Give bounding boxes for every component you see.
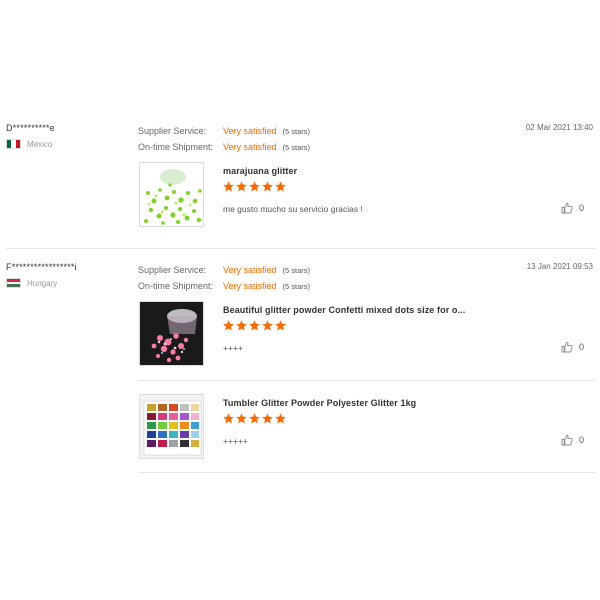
glitter-color-chart-image[interactable] <box>139 394 204 459</box>
rating-stars-text: (5 stars) <box>282 265 311 275</box>
product-rating-stars <box>223 320 288 331</box>
review-comment: +++++ <box>223 436 248 446</box>
star-icon <box>249 413 260 424</box>
like-count: 0 <box>578 203 584 213</box>
pink-glitter-jar-image[interactable] <box>139 301 204 366</box>
rating-value: Very satisfied <box>223 142 277 152</box>
review-card: D**********e Mexico Supplier Service: Ve… <box>6 120 596 248</box>
review-item: Tumbler Glitter Powder Polyester Glitter… <box>138 394 596 462</box>
buyer-country: Mexico <box>6 139 131 149</box>
star-icon <box>249 320 260 331</box>
review-comment: ++++ <box>223 343 243 353</box>
thumbs-up-icon <box>561 434 573 446</box>
mexico-flag-icon <box>6 139 21 149</box>
star-icon <box>275 413 286 424</box>
rating-value: Very satisfied <box>223 281 277 291</box>
review-card: F*****************i Hungary Supplier Ser… <box>6 259 596 473</box>
review-divider <box>6 248 596 249</box>
star-icon <box>236 181 247 192</box>
rating-label: Supplier Service: <box>138 265 207 275</box>
rating-stars-text: (5 stars) <box>282 126 311 136</box>
review-comment: me gusto mucho su servicio gracias ! <box>223 204 363 214</box>
rating-value: Very satisfied <box>223 265 277 275</box>
helpful-button[interactable]: 0 <box>561 341 584 353</box>
buyer-info: D**********e Mexico <box>6 123 131 149</box>
country-name: Hungary <box>27 278 58 288</box>
star-icon <box>236 320 247 331</box>
hungary-flag-icon <box>6 278 21 288</box>
rating-label: Supplier Service: <box>138 126 207 136</box>
like-count: 0 <box>578 435 584 445</box>
review-item: Beautiful glitter powder Confetti mixed … <box>138 301 596 369</box>
country-name: Mexico <box>27 139 53 149</box>
star-icon <box>223 413 234 424</box>
review-item: marajuana glitter me gusto mucho su serv… <box>138 162 596 230</box>
helpful-button[interactable]: 0 <box>561 434 584 446</box>
rating-value: Very satisfied <box>223 126 277 136</box>
star-icon <box>249 181 260 192</box>
rating-label: On-time Shipment: <box>138 142 214 152</box>
product-title[interactable]: marajuana glitter <box>223 166 297 176</box>
product-rating-stars <box>223 181 288 192</box>
item-divider <box>138 380 596 381</box>
rating-stars-text: (5 stars) <box>282 142 311 152</box>
thumbs-up-icon <box>561 202 573 214</box>
buyer-country: Hungary <box>6 278 131 288</box>
product-rating-stars <box>223 413 288 424</box>
buyer-name: F*****************i <box>6 262 77 272</box>
star-icon <box>262 181 273 192</box>
buyer-info: F*****************i Hungary <box>6 262 131 288</box>
rating-label: On-time Shipment: <box>138 281 214 291</box>
ontime-shipment-rating: On-time Shipment: Very satisfied (5 star… <box>138 139 310 155</box>
product-title[interactable]: Beautiful glitter powder Confetti mixed … <box>223 305 465 315</box>
star-icon <box>223 181 234 192</box>
review-date: 13 Jan 2021 09:53 <box>526 262 593 271</box>
green-glitter-image[interactable] <box>139 162 204 227</box>
product-title[interactable]: Tumbler Glitter Powder Polyester Glitter… <box>223 398 416 408</box>
thumbs-up-icon <box>561 341 573 353</box>
like-count: 0 <box>578 342 584 352</box>
rating-stars-text: (5 stars) <box>282 281 311 291</box>
star-icon <box>223 320 234 331</box>
buyer-name: D**********e <box>6 123 55 133</box>
review-date: 02 Mar 2021 13:40 <box>525 123 593 132</box>
store-ratings: Supplier Service: Very satisfied (5 star… <box>138 262 310 294</box>
star-icon <box>262 413 273 424</box>
supplier-service-rating: Supplier Service: Very satisfied (5 star… <box>138 123 310 139</box>
star-icon <box>275 181 286 192</box>
item-divider <box>138 472 596 473</box>
supplier-service-rating: Supplier Service: Very satisfied (5 star… <box>138 262 310 278</box>
ontime-shipment-rating: On-time Shipment: Very satisfied (5 star… <box>138 278 310 294</box>
star-icon <box>236 413 247 424</box>
star-icon <box>275 320 286 331</box>
star-icon <box>262 320 273 331</box>
store-ratings: Supplier Service: Very satisfied (5 star… <box>138 123 310 155</box>
helpful-button[interactable]: 0 <box>561 202 584 214</box>
